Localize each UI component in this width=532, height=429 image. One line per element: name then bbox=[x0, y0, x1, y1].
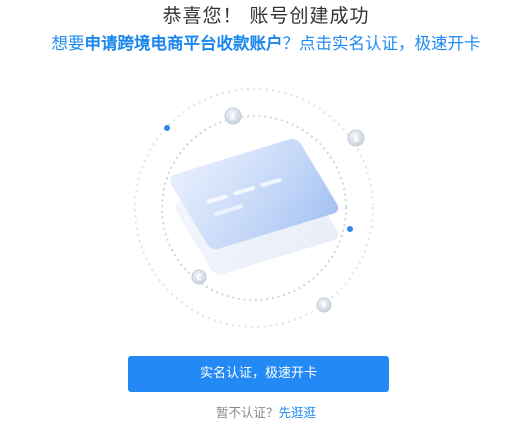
subtitle-suffix: ？点击实名认证，极速开卡 bbox=[282, 34, 481, 53]
skip-question: 暂不认证？ bbox=[215, 405, 279, 420]
subtitle-prefix: 想要 bbox=[51, 34, 85, 53]
svg-text:€: € bbox=[195, 273, 202, 282]
account-created-page: 恭喜您！ 账号创建成功 想要申请跨境电商平台收款账户？点击实名认证，极速开卡 £… bbox=[0, 0, 532, 429]
svg-text:¥: ¥ bbox=[321, 301, 327, 310]
pound-coin-icon: £ bbox=[224, 107, 242, 125]
yen-coin-icon: ¥ bbox=[316, 297, 332, 313]
verify-identity-button[interactable]: 实名认证，极速开卡 bbox=[128, 356, 389, 392]
bank-card-illustration: £ $ € ¥ bbox=[133, 87, 375, 329]
page-subtitle: 想要申请跨境电商平台收款账户？点击实名认证，极速开卡 bbox=[0, 32, 532, 56]
svg-text:£: £ bbox=[230, 113, 236, 123]
dollar-coin-icon: $ bbox=[347, 129, 365, 147]
blue-dot bbox=[347, 226, 353, 232]
skip-verification: 暂不认证？先逛逛 bbox=[0, 404, 532, 422]
page-title: 恭喜您！ 账号创建成功 bbox=[162, 5, 370, 27]
euro-coin-icon: € bbox=[191, 269, 207, 285]
blue-dot bbox=[164, 125, 170, 131]
browse-first-link[interactable]: 先逛逛 bbox=[279, 405, 317, 420]
subtitle-highlight: 申请跨境电商平台收款账户 bbox=[84, 34, 283, 53]
svg-text:$: $ bbox=[353, 135, 359, 145]
